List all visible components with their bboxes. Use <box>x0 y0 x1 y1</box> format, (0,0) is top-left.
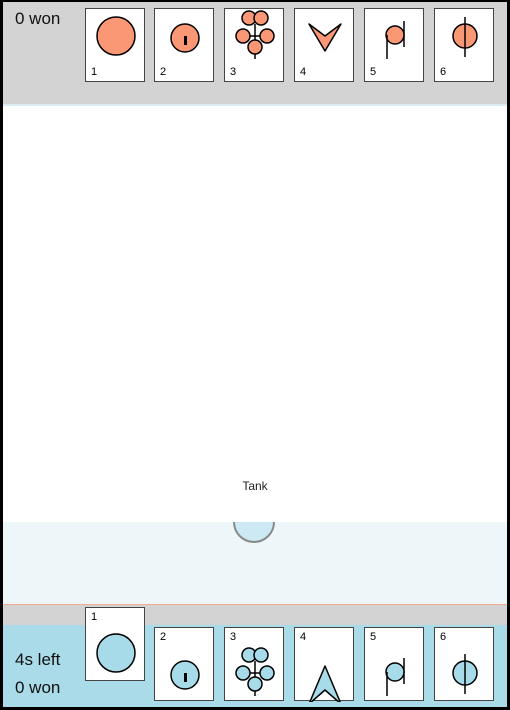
chevron-up-icon <box>309 665 341 702</box>
player-card-4[interactable]: 4 <box>294 627 354 702</box>
card-number: 4 <box>300 631 307 643</box>
card-number: 1 <box>91 611 98 623</box>
player-card-5[interactable]: 5 <box>364 627 424 701</box>
player-deploy-zone[interactable] <box>3 522 507 604</box>
note-circle-icon <box>385 658 405 696</box>
player-card-1[interactable]: 1 <box>85 607 145 681</box>
opponent-won-count: 0 won <box>15 9 61 28</box>
opponent-card-3[interactable]: 3 <box>224 8 284 82</box>
opponent-card-4[interactable]: 4 <box>294 8 354 82</box>
circle-with-stem-icon <box>170 660 200 690</box>
tank-unit <box>233 522 275 543</box>
player-won-count: 0 won <box>15 678 61 697</box>
card-number: 5 <box>370 631 377 643</box>
chevron-down-icon <box>308 23 342 52</box>
card-number: 6 <box>440 66 447 78</box>
note-circle-icon <box>385 21 405 59</box>
card-number: 3 <box>230 631 237 643</box>
opponent-card-5[interactable]: 5 <box>364 8 424 82</box>
opponent-card-1[interactable]: 1 <box>85 8 145 82</box>
card-number: 5 <box>370 66 377 78</box>
card-number: 4 <box>300 66 307 78</box>
opponent-bar: 0 won 1 2 3 4 5 6 <box>3 2 507 105</box>
player-card-2[interactable]: 2 <box>154 627 214 701</box>
game-frame: 0 won 1 2 3 4 5 6 Tank 4s left 0 won 1 2 3 4 5 6 <box>3 2 507 707</box>
player-bar: 4s left 0 won 1 2 3 4 5 6 <box>3 605 507 707</box>
card-number: 1 <box>91 66 98 78</box>
cluster-of-circles-icon <box>235 10 275 59</box>
player-card-3[interactable]: 3 <box>224 627 284 701</box>
big-circle-icon <box>96 633 136 673</box>
tank-unit-label: Tank <box>242 479 268 493</box>
card-number: 2 <box>160 66 167 78</box>
circle-with-stem-icon <box>170 23 200 53</box>
card-number: 3 <box>230 66 237 78</box>
cluster-of-circles-icon <box>235 647 275 696</box>
card-number: 2 <box>160 631 167 643</box>
opponent-card-2[interactable]: 2 <box>154 8 214 82</box>
card-number: 6 <box>440 631 447 643</box>
circle-with-line-icon <box>452 17 478 57</box>
opponent-card-6[interactable]: 6 <box>434 8 494 82</box>
circle-with-line-icon <box>452 654 478 694</box>
player-card-6[interactable]: 6 <box>434 627 494 701</box>
big-circle-icon <box>96 16 136 56</box>
timer-text: 4s left <box>15 650 61 669</box>
